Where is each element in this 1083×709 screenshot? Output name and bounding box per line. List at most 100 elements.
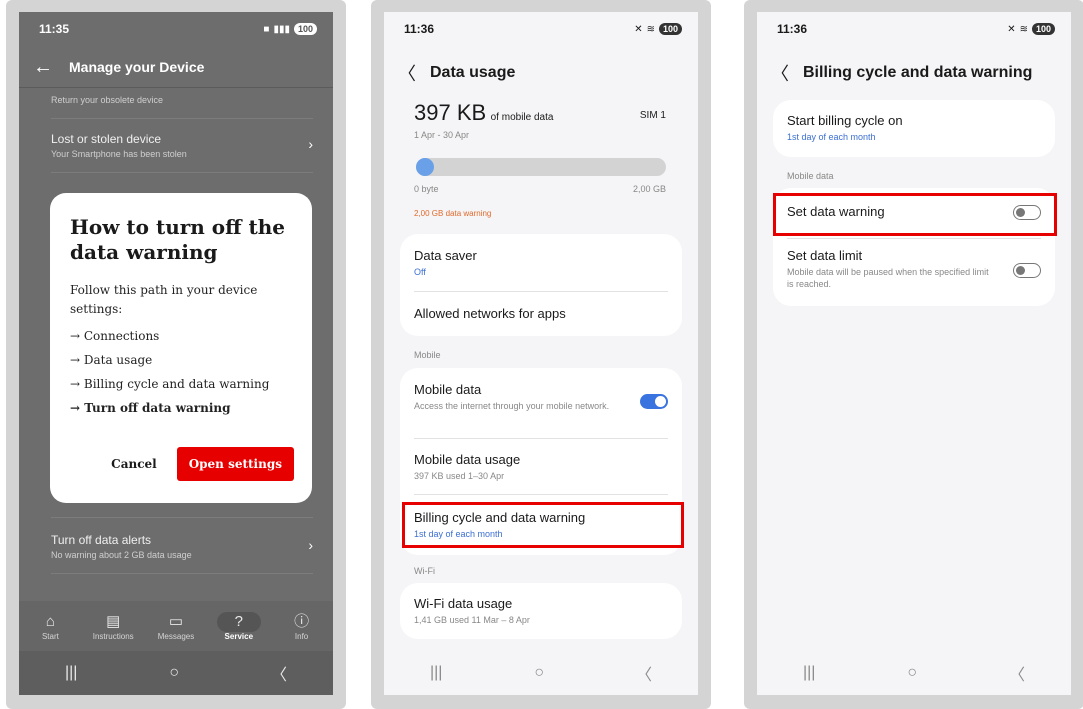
dialog-intro: Follow this path in your device settings… xyxy=(70,283,258,317)
status-icons: ✕ ≋ 100 xyxy=(1007,23,1055,35)
bottom-tab-bar: ⌂ Start ▤ Instructions ▭ Messages ? Serv… xyxy=(19,601,333,651)
list-item-title: Turn off data alerts xyxy=(51,533,152,547)
back-button-icon[interactable]: 〈 xyxy=(1009,661,1025,685)
screen-data-usage: 11:36 ✕ ≋ 100 〈 Data usage 397 KB of mob… xyxy=(384,12,698,695)
status-icons: ✕ ≋ 100 xyxy=(634,23,682,35)
usage-progress-fill xyxy=(416,158,434,176)
section-label-mobile: Mobile xyxy=(414,350,441,360)
signal-icon: ▮▮▮ xyxy=(273,23,290,35)
list-divider xyxy=(51,573,313,574)
home-button-icon[interactable]: ○ xyxy=(169,664,179,682)
phone-frame-3: 11:36 ✕ ≋ 100 〈 Billing cycle and data w… xyxy=(744,0,1083,709)
row-divider xyxy=(787,238,1041,239)
row-desc: 397 KB used 1–30 Apr xyxy=(414,471,505,481)
highlight-set-data-warning xyxy=(773,193,1057,236)
list-item-desc: Return your obsolete device xyxy=(51,95,164,105)
section-label-wifi: Wi-Fi xyxy=(414,566,435,576)
status-time: 11:35 xyxy=(39,22,70,36)
settings-card-wifi: Wi-Fi data usage 1,41 GB used 11 Mar – 8… xyxy=(400,583,682,639)
set-data-limit-row[interactable]: Set data limit Mobile data will be pause… xyxy=(787,248,995,290)
list-divider xyxy=(51,517,313,518)
dialog-step-turn-off: → Turn off data warning xyxy=(70,401,231,416)
cancel-button[interactable]: Cancel xyxy=(111,457,157,471)
usage-min-label: 0 byte xyxy=(414,184,439,194)
back-arrow-icon[interactable]: ← xyxy=(33,56,53,79)
status-bar: 11:36 ✕ ≋ 100 xyxy=(757,12,1071,46)
recent-apps-icon[interactable]: ||| xyxy=(430,664,442,682)
system-nav-bar: ||| ○ 〈 xyxy=(19,651,333,695)
dialog-title: How to turn off the data warning xyxy=(70,215,285,264)
header-divider xyxy=(19,87,333,88)
screen-billing-cycle: 11:36 ✕ ≋ 100 〈 Billing cycle and data w… xyxy=(757,12,1071,695)
start-billing-cycle-row[interactable]: Start billing cycle on 1st day of each m… xyxy=(787,113,1041,143)
usage-progress-bar xyxy=(416,158,666,176)
app-header: ← Manage your Device xyxy=(19,52,333,82)
status-time: 11:36 xyxy=(404,22,435,36)
battery-icon: 100 xyxy=(1031,23,1055,35)
mobile-data-row[interactable]: Mobile data Access the internet through … xyxy=(414,382,622,412)
screen-manage-device: 11:35 ■ ▮▮▮ 100 ← Manage your Device Ret… xyxy=(19,12,333,695)
data-limit-toggle[interactable] xyxy=(1013,263,1041,278)
row-title: Data saver xyxy=(414,248,477,263)
back-button-icon[interactable]: 〈 xyxy=(271,661,287,685)
wifi-icon: ≋ xyxy=(646,23,655,35)
turn-off-warning-dialog: How to turn off the data warning Follow … xyxy=(50,193,312,503)
row-divider xyxy=(414,494,668,495)
mute-icon: ✕ xyxy=(1007,23,1016,35)
open-settings-button[interactable]: Open settings xyxy=(176,447,294,481)
dialog-step-billing-cycle: → Billing cycle and data warning xyxy=(70,377,270,392)
dialog-actions: Cancel Open settings xyxy=(111,447,294,481)
list-item-lost-stolen[interactable]: Lost or stolen device Your Smartphone ha… xyxy=(51,132,313,159)
home-button-icon[interactable]: ○ xyxy=(534,664,544,682)
row-desc: 1st day of each month xyxy=(787,132,876,142)
dialog-step-connections: → Connections xyxy=(70,329,160,344)
system-nav-bar: ||| ○ 〈 xyxy=(384,651,698,695)
row-desc: 1,41 GB used 11 Mar – 8 Apr xyxy=(414,615,530,625)
wifi-data-usage-row[interactable]: Wi-Fi data usage 1,41 GB used 11 Mar – 8… xyxy=(414,596,668,626)
tab-service[interactable]: ? Service xyxy=(214,611,264,641)
settings-card-cycle: Start billing cycle on 1st day of each m… xyxy=(773,100,1055,157)
list-item-return-device[interactable]: Return your obsolete device xyxy=(51,92,313,105)
recent-apps-icon[interactable]: ||| xyxy=(65,664,77,682)
back-chevron-icon[interactable]: 〈 xyxy=(398,60,416,86)
mobile-data-usage-row[interactable]: Mobile data usage 397 KB used 1–30 Apr xyxy=(414,452,668,482)
recent-apps-icon[interactable]: ||| xyxy=(803,664,815,682)
tab-label: Instructions xyxy=(92,631,134,641)
tab-label: Info xyxy=(294,631,309,641)
dialog-step-data-usage: → Data usage xyxy=(70,353,153,368)
row-title: Set data limit xyxy=(787,248,863,263)
tab-messages[interactable]: ▭ Messages xyxy=(151,612,201,641)
tab-start[interactable]: ⌂ Start xyxy=(25,612,75,641)
back-chevron-icon[interactable]: 〈 xyxy=(771,60,789,86)
row-title: Wi-Fi data usage xyxy=(414,596,513,611)
page-title: Manage your Device xyxy=(69,59,205,75)
list-item-turn-off-alerts[interactable]: Turn off data alerts No warning about 2 … xyxy=(51,533,313,560)
data-saver-row[interactable]: Data saver Off xyxy=(414,248,668,278)
tab-label: Messages xyxy=(157,631,195,641)
status-icons: ■ ▮▮▮ 100 xyxy=(263,23,317,35)
list-divider xyxy=(51,118,313,119)
tab-info[interactable]: ⓘ Info xyxy=(277,612,327,641)
row-title: Mobile data xyxy=(414,382,482,397)
page-header: 〈 Data usage xyxy=(398,60,515,86)
battery-icon: 100 xyxy=(658,23,682,35)
status-bar: 11:35 ■ ▮▮▮ 100 xyxy=(19,12,333,46)
allowed-networks-row[interactable]: Allowed networks for apps xyxy=(414,306,668,321)
chevron-right-icon: › xyxy=(308,537,313,553)
usage-max-label: 2,00 GB xyxy=(632,184,666,194)
home-icon: ⌂ xyxy=(45,612,55,630)
tab-instructions[interactable]: ▤ Instructions xyxy=(88,612,138,641)
mobile-data-toggle[interactable] xyxy=(640,394,668,409)
status-bar: 11:36 ✕ ≋ 100 xyxy=(384,12,698,46)
home-button-icon[interactable]: ○ xyxy=(907,664,917,682)
phone-frame-1: 11:35 ■ ▮▮▮ 100 ← Manage your Device Ret… xyxy=(6,0,346,709)
page-header: 〈 Billing cycle and data warning xyxy=(771,60,1032,86)
phone-frame-2: 11:36 ✕ ≋ 100 〈 Data usage 397 KB of mob… xyxy=(371,0,711,709)
list-item-title: Lost or stolen device xyxy=(51,132,162,146)
mute-icon: ✕ xyxy=(634,23,643,35)
row-title: Start billing cycle on xyxy=(787,113,903,128)
usage-period: 1 Apr - 30 Apr xyxy=(414,130,470,140)
info-icon: ⓘ xyxy=(294,612,310,630)
battery-icon: 100 xyxy=(293,23,317,35)
back-button-icon[interactable]: 〈 xyxy=(636,661,652,685)
